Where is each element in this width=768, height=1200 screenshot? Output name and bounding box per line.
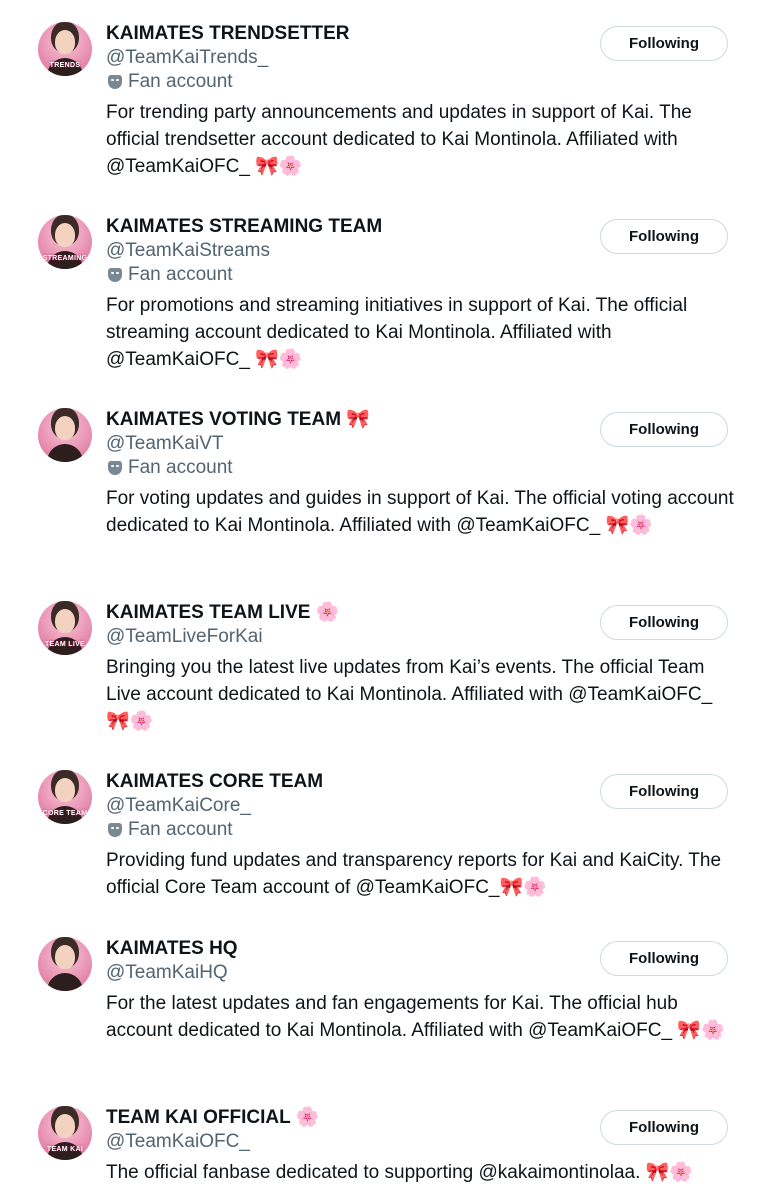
avatar-face [55, 223, 75, 247]
mask-icon [108, 823, 122, 837]
account-bio: For the latest updates and fan engagemen… [106, 993, 725, 1041]
avatar-shoulders [47, 973, 83, 991]
avatar-label: CORE TEAM [42, 810, 88, 817]
avatar[interactable] [38, 408, 92, 462]
avatar-face [55, 1114, 75, 1138]
avatar[interactable]: CORE TEAM [38, 770, 92, 824]
fan-account-text: Fan account [128, 71, 233, 92]
avatar[interactable]: TRENDS [38, 22, 92, 76]
avatar[interactable] [38, 937, 92, 991]
fan-account-label: Fan account [106, 70, 736, 94]
account-bio: Providing fund updates and transparency … [106, 850, 722, 898]
account-bio: For voting updates and guides in support… [106, 488, 734, 536]
mask-icon [108, 461, 122, 475]
avatar-face [55, 778, 75, 802]
avatar-face [55, 609, 75, 633]
avatar[interactable]: TEAM LIVE [38, 601, 92, 655]
following-button[interactable]: Following [600, 26, 728, 61]
account-bio: For promotions and streaming initiatives… [106, 295, 688, 370]
fan-account-text: Fan account [128, 819, 233, 840]
account-bio: Bringing you the latest live updates fro… [106, 657, 713, 732]
fan-account-label: Fan account [106, 818, 736, 842]
avatar-face [55, 416, 75, 440]
fan-account-text: Fan account [128, 264, 233, 285]
following-button[interactable]: Following [600, 774, 728, 809]
following-button[interactable]: Following [600, 219, 728, 254]
avatar-label: TRENDS [49, 62, 81, 69]
avatar[interactable]: STREAMING [38, 215, 92, 269]
fan-account-text: Fan account [128, 457, 233, 478]
avatar-label: STREAMING [42, 255, 88, 262]
following-list: TRENDS KAIMATES TRENDSETTER @TeamKaiTren… [0, 0, 768, 1200]
following-button[interactable]: Following [600, 941, 728, 976]
fan-account-label: Fan account [106, 263, 736, 287]
avatar-face [55, 30, 75, 54]
mask-icon [108, 268, 122, 282]
avatar-face [55, 945, 75, 969]
fan-account-label: Fan account [106, 456, 736, 480]
account-bio: The official fanbase dedicated to suppor… [106, 1162, 693, 1183]
avatar-label: TEAM KAI [46, 1146, 84, 1153]
following-button[interactable]: Following [600, 605, 728, 640]
avatar-shoulders [47, 444, 83, 462]
avatar[interactable]: TEAM KAI [38, 1106, 92, 1160]
avatar-label: TEAM LIVE [44, 641, 86, 648]
account-bio: For trending party announcements and upd… [106, 102, 692, 177]
mask-icon [108, 75, 122, 89]
following-button[interactable]: Following [600, 412, 728, 447]
following-button[interactable]: Following [600, 1110, 728, 1145]
